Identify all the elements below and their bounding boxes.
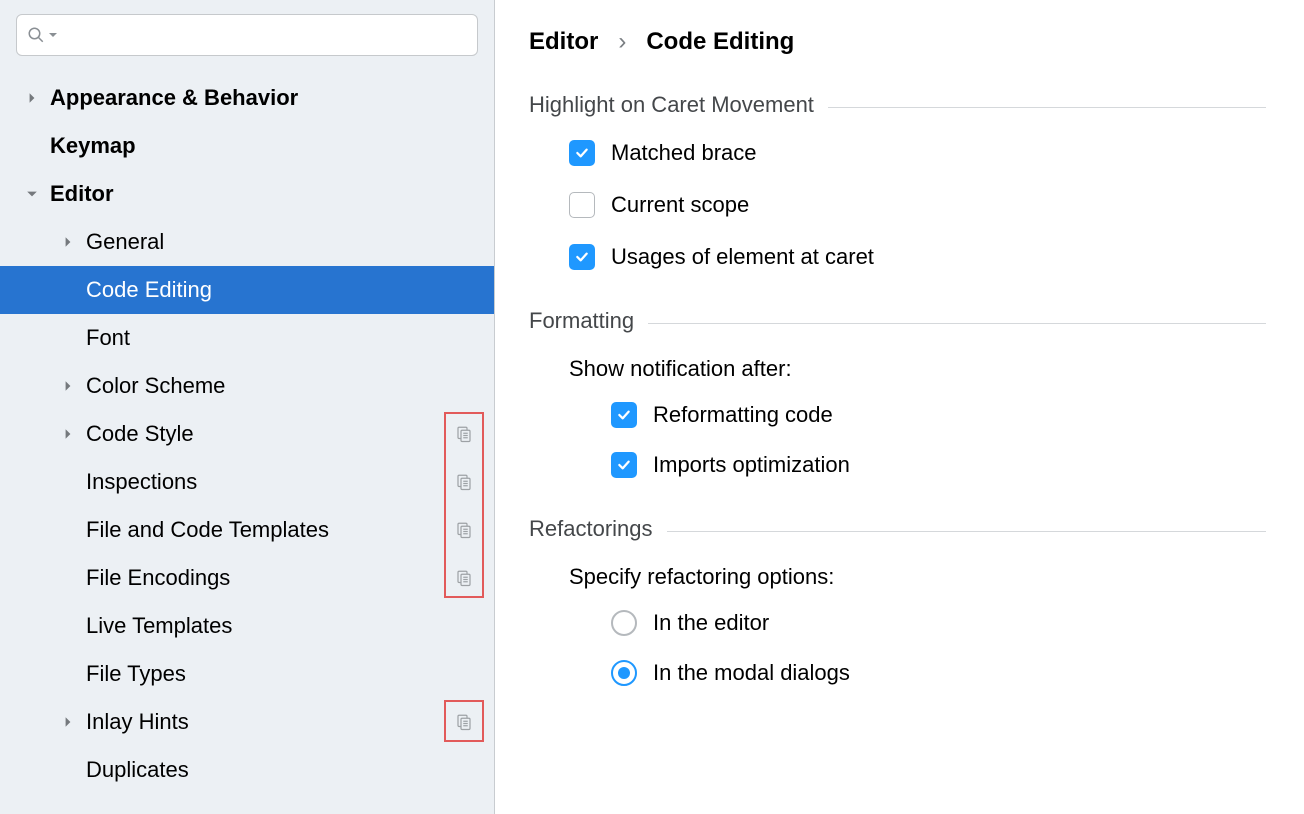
option-label: In the editor: [653, 610, 769, 636]
section-title: Formatting: [529, 308, 634, 334]
breadcrumb-parent[interactable]: Editor: [529, 28, 598, 56]
sidebar-item-label: Inspections: [0, 469, 452, 495]
section-highlight: Highlight on Caret Movement Matched brac…: [529, 92, 1266, 270]
profile-scheme-icon[interactable]: [452, 710, 476, 734]
sidebar-item[interactable]: Color Scheme: [0, 362, 494, 410]
sidebar-item[interactable]: Code Editing: [0, 266, 494, 314]
checkbox[interactable]: [611, 402, 637, 428]
sidebar-item-label: Font: [0, 325, 484, 351]
section-formatting: Formatting Show notification after: Refo…: [529, 308, 1266, 478]
option-label: Matched brace: [611, 140, 757, 166]
profile-scheme-icon[interactable]: [452, 470, 476, 494]
expand-arrow-right-icon[interactable]: [24, 90, 40, 106]
sidebar-item[interactable]: Inlay Hints: [0, 698, 494, 746]
section-sublabel: Specify refactoring options:: [529, 564, 1266, 590]
checkbox-option[interactable]: Imports optimization: [611, 452, 1266, 478]
section-title: Highlight on Caret Movement: [529, 92, 814, 118]
profile-scheme-icon[interactable]: [452, 422, 476, 446]
breadcrumb-current: Code Editing: [646, 28, 794, 56]
divider: [648, 323, 1266, 324]
section-title: Refactorings: [529, 516, 653, 542]
profile-scheme-icon[interactable]: [452, 518, 476, 542]
sidebar-item[interactable]: Font: [0, 314, 494, 362]
profile-scheme-icon[interactable]: [452, 566, 476, 590]
search-input[interactable]: [58, 15, 477, 55]
checkbox-option[interactable]: Reformatting code: [611, 402, 1266, 428]
sidebar-item[interactable]: File and Code Templates: [0, 506, 494, 554]
settings-tree: Appearance & Behavior Keymap Editor General…: [0, 74, 494, 814]
checkbox[interactable]: [569, 192, 595, 218]
radio-option[interactable]: In the editor: [611, 610, 1266, 636]
divider: [828, 107, 1266, 108]
sidebar-item-label: File Types: [0, 661, 484, 687]
search-field[interactable]: [16, 14, 478, 56]
sidebar-item[interactable]: Inspections: [0, 458, 494, 506]
option-label: Reformatting code: [653, 402, 833, 428]
sidebar-item-label: General: [86, 229, 484, 255]
settings-content: Editor › Code Editing Highlight on Caret…: [495, 0, 1304, 814]
sidebar-item[interactable]: Live Templates: [0, 602, 494, 650]
divider: [667, 531, 1266, 532]
expand-arrow-down-icon[interactable]: [24, 186, 40, 202]
checkbox-option[interactable]: Usages of element at caret: [569, 244, 1266, 270]
radio-option[interactable]: In the modal dialogs: [611, 660, 1266, 686]
sidebar-item[interactable]: File Types: [0, 650, 494, 698]
sidebar-item[interactable]: File Encodings: [0, 554, 494, 602]
sidebar-item-label: Editor: [50, 181, 484, 207]
expand-arrow-right-icon[interactable]: [60, 714, 76, 730]
sidebar-item-label: Appearance & Behavior: [50, 85, 484, 111]
sidebar-item-label: Keymap: [0, 133, 484, 159]
checkbox[interactable]: [569, 140, 595, 166]
sidebar-item-label: File Encodings: [0, 565, 452, 591]
checkbox-option[interactable]: Matched brace: [569, 140, 1266, 166]
breadcrumb: Editor › Code Editing: [529, 28, 1266, 56]
search-icon: [27, 26, 45, 44]
expand-arrow-right-icon[interactable]: [60, 234, 76, 250]
checkbox[interactable]: [569, 244, 595, 270]
sidebar-item[interactable]: Keymap: [0, 122, 494, 170]
option-label: Imports optimization: [653, 452, 850, 478]
section-refactorings: Refactorings Specify refactoring options…: [529, 516, 1266, 686]
sidebar-item[interactable]: General: [0, 218, 494, 266]
radio-button[interactable]: [611, 660, 637, 686]
sidebar-item-label: File and Code Templates: [0, 517, 452, 543]
section-sublabel: Show notification after:: [529, 356, 1266, 382]
settings-sidebar: Appearance & Behavior Keymap Editor General…: [0, 0, 495, 814]
checkbox-option[interactable]: Current scope: [569, 192, 1266, 218]
sidebar-item[interactable]: Code Style: [0, 410, 494, 458]
checkbox[interactable]: [611, 452, 637, 478]
sidebar-item-label: Code Style: [86, 421, 452, 447]
sidebar-item-label: Inlay Hints: [86, 709, 452, 735]
search-history-dropdown-icon[interactable]: [48, 30, 58, 40]
sidebar-item[interactable]: Appearance & Behavior: [0, 74, 494, 122]
sidebar-item[interactable]: Duplicates: [0, 746, 494, 794]
option-label: Current scope: [611, 192, 749, 218]
sidebar-item[interactable]: Editor: [0, 170, 494, 218]
sidebar-item-label: Duplicates: [0, 757, 484, 783]
expand-arrow-right-icon[interactable]: [60, 426, 76, 442]
sidebar-item-label: Live Templates: [0, 613, 484, 639]
radio-button[interactable]: [611, 610, 637, 636]
sidebar-item-label: Color Scheme: [86, 373, 484, 399]
chevron-right-icon: ›: [618, 28, 626, 56]
sidebar-item-label: Code Editing: [0, 277, 484, 303]
expand-arrow-right-icon[interactable]: [60, 378, 76, 394]
option-label: Usages of element at caret: [611, 244, 874, 270]
option-label: In the modal dialogs: [653, 660, 850, 686]
